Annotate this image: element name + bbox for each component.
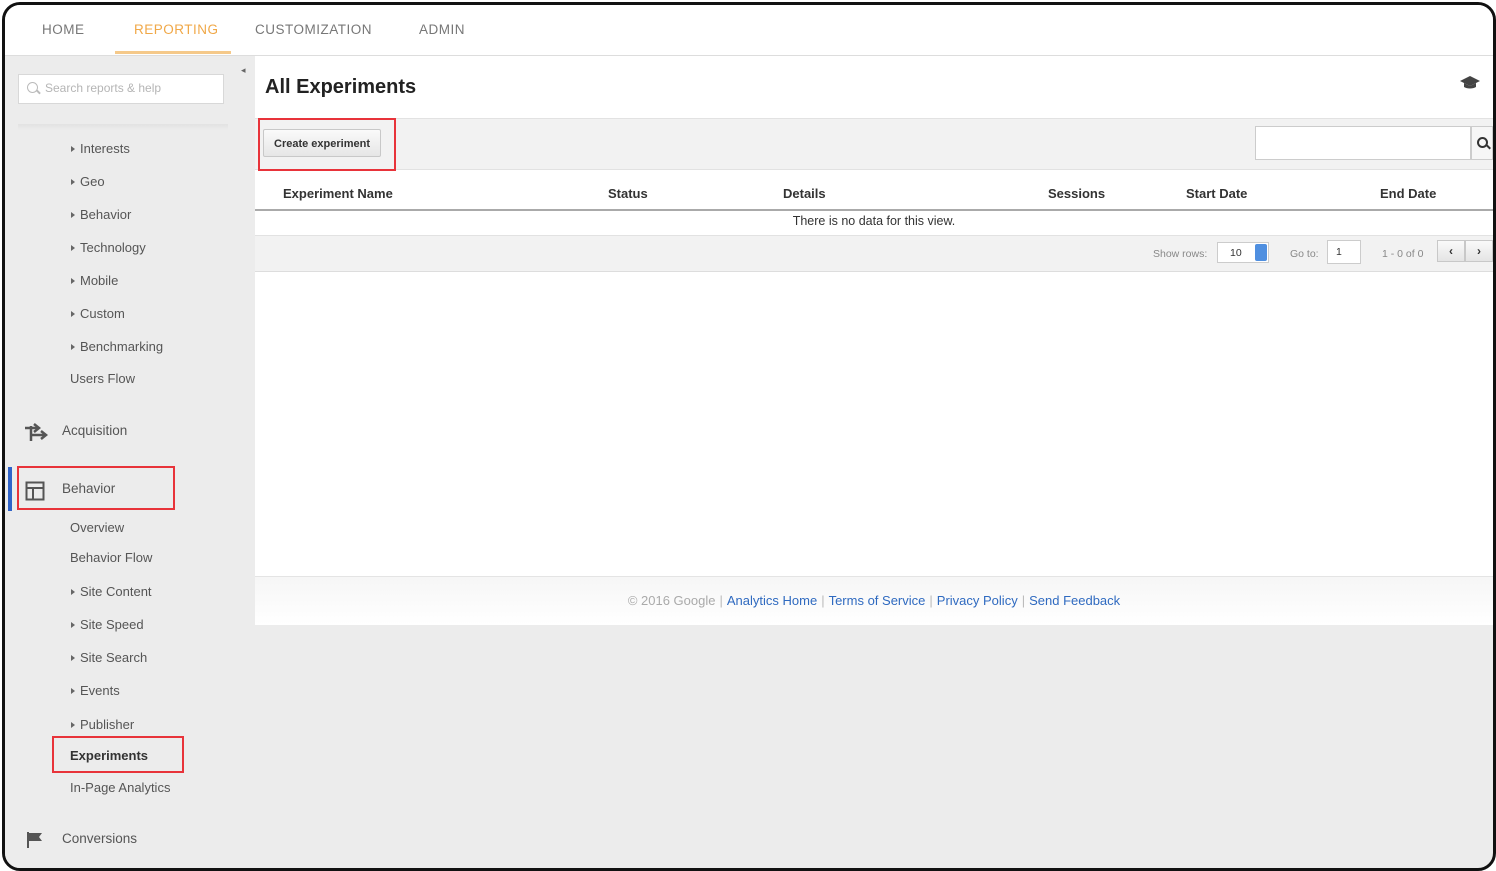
active-section-indicator (8, 467, 12, 511)
sidebar-item-custom[interactable]: Custom (71, 306, 125, 321)
analytics-home-link[interactable]: Analytics Home (727, 593, 817, 608)
sidebar-item-label: Site Content (80, 584, 152, 599)
table-filter-input[interactable] (1255, 126, 1471, 160)
expand-triangle-icon (71, 244, 75, 251)
column-header-sessions[interactable]: Sessions (1048, 186, 1105, 201)
sidebar-item-site-search[interactable]: Site Search (71, 650, 147, 665)
sidebar-item-label: Events (80, 683, 120, 698)
column-header-experiment-name[interactable]: Experiment Name (283, 186, 393, 201)
expand-triangle-icon (71, 145, 75, 152)
sidebar-item-users-flow[interactable]: Users Flow (70, 371, 135, 386)
sidebar-item-geo[interactable]: Geo (71, 174, 105, 189)
table-pagination: Show rows: 10 Go to: 1 1 - 0 of 0 ‹ › (255, 235, 1493, 272)
sidebar-item-overview[interactable]: Overview (70, 520, 124, 535)
sidebar-section-acquisition[interactable]: Acquisition (62, 423, 127, 438)
footer-links: © 2016 Google | Analytics Home | Terms of Se… (627, 593, 1121, 608)
show-rows-select[interactable]: 10 (1217, 242, 1269, 263)
tab-reporting[interactable]: REPORTING (134, 22, 219, 37)
sidebar-item-label: Site Speed (80, 617, 144, 632)
highlight-box-behavior (17, 466, 175, 510)
next-page-button[interactable]: › (1465, 240, 1493, 262)
page-title: All Experiments (265, 76, 417, 98)
sidebar-item-behavior-flow[interactable]: Behavior Flow (70, 550, 152, 565)
sidebar-item-site-content[interactable]: Site Content (71, 584, 152, 599)
expand-triangle-icon (71, 343, 75, 350)
sidebar-item-label: Interests (80, 141, 130, 156)
sidebar-item-events[interactable]: Events (71, 683, 120, 698)
terms-of-service-link[interactable]: Terms of Service (829, 593, 926, 608)
highlight-box-experiments (52, 736, 184, 773)
send-feedback-link[interactable]: Send Feedback (1029, 593, 1120, 608)
sidebar-item-label: Technology (80, 240, 146, 255)
expand-triangle-icon (71, 721, 75, 728)
sidebar-item-label: Publisher (80, 717, 135, 732)
sidebar-section-conversions[interactable]: Conversions (62, 831, 137, 846)
expand-triangle-icon (71, 654, 75, 661)
search-icon (1477, 137, 1488, 148)
expand-triangle-icon (71, 621, 75, 628)
goto-label: Go to: (1290, 248, 1319, 260)
graduation-cap-icon[interactable] (1459, 75, 1481, 91)
collapse-sidebar-icon[interactable]: ◂ (241, 65, 251, 79)
tab-home[interactable]: HOME (42, 22, 85, 37)
highlight-box-create-experiment (258, 118, 396, 171)
column-header-status[interactable]: Status (608, 186, 648, 201)
top-navigation: HOME REPORTING CUSTOMIZATION ADMIN (5, 5, 1493, 56)
app-window: HOME REPORTING CUSTOMIZATION ADMIN Inter… (2, 2, 1496, 871)
table-header: Experiment Name Status Details Sessions … (255, 181, 1493, 211)
page-range-text: 1 - 0 of 0 (1382, 248, 1424, 260)
tab-customization[interactable]: CUSTOMIZATION (255, 22, 372, 37)
show-rows-label: Show rows: (1153, 248, 1208, 260)
divider (18, 124, 228, 130)
expand-triangle-icon (71, 588, 75, 595)
search-icon (27, 82, 38, 93)
sidebar-item-label: Mobile (80, 273, 119, 288)
show-rows-value: 10 (1230, 247, 1242, 259)
acquisition-icon (25, 423, 49, 441)
column-header-end-date[interactable]: End Date (1380, 186, 1436, 201)
column-header-details[interactable]: Details (783, 186, 826, 201)
main-panel: All Experiments Create experiment Experi… (255, 56, 1493, 576)
expand-triangle-icon (71, 277, 75, 284)
filter-search-button[interactable] (1471, 126, 1493, 160)
toolbar: Create experiment (255, 118, 1493, 170)
sidebar-item-label: Geo (80, 174, 105, 189)
tab-admin[interactable]: ADMIN (419, 22, 465, 37)
sidebar-item-mobile[interactable]: Mobile (71, 273, 118, 288)
sidebar-item-site-speed[interactable]: Site Speed (71, 617, 144, 632)
expand-triangle-icon (71, 687, 75, 694)
sidebar-item-technology[interactable]: Technology (71, 240, 146, 255)
sidebar-search (18, 74, 224, 104)
sidebar-item-in-page-analytics[interactable]: In-Page Analytics (70, 780, 170, 795)
sidebar-item-label: Custom (80, 306, 125, 321)
sidebar-item-audience-behavior[interactable]: Behavior (71, 207, 131, 222)
expand-triangle-icon (71, 178, 75, 185)
previous-page-button[interactable]: ‹ (1437, 240, 1465, 262)
sidebar-item-benchmarking[interactable]: Benchmarking (71, 339, 163, 354)
active-tab-underline (115, 51, 231, 54)
expand-triangle-icon (71, 211, 75, 218)
expand-triangle-icon (71, 310, 75, 317)
empty-table-message: There is no data for this view. (792, 214, 956, 228)
footer: © 2016 Google | Analytics Home | Terms of Se… (255, 576, 1493, 625)
privacy-policy-link[interactable]: Privacy Policy (937, 593, 1018, 608)
spinner-icon (1255, 244, 1267, 261)
column-header-start-date[interactable]: Start Date (1186, 186, 1247, 201)
sidebar-item-publisher[interactable]: Publisher (71, 717, 134, 732)
sidebar-item-label: Benchmarking (80, 339, 164, 354)
copyright-text: © 2016 Google (627, 593, 716, 608)
sidebar-item-interests[interactable]: Interests (71, 141, 130, 156)
goto-page-input[interactable]: 1 (1327, 240, 1361, 264)
sidebar: Interests Geo Behavior Technology Mobile… (5, 56, 241, 868)
flag-icon (27, 832, 42, 848)
sidebar-item-label: Behavior (80, 207, 132, 222)
search-input[interactable] (43, 80, 217, 96)
sidebar-item-label: Site Search (80, 650, 148, 665)
